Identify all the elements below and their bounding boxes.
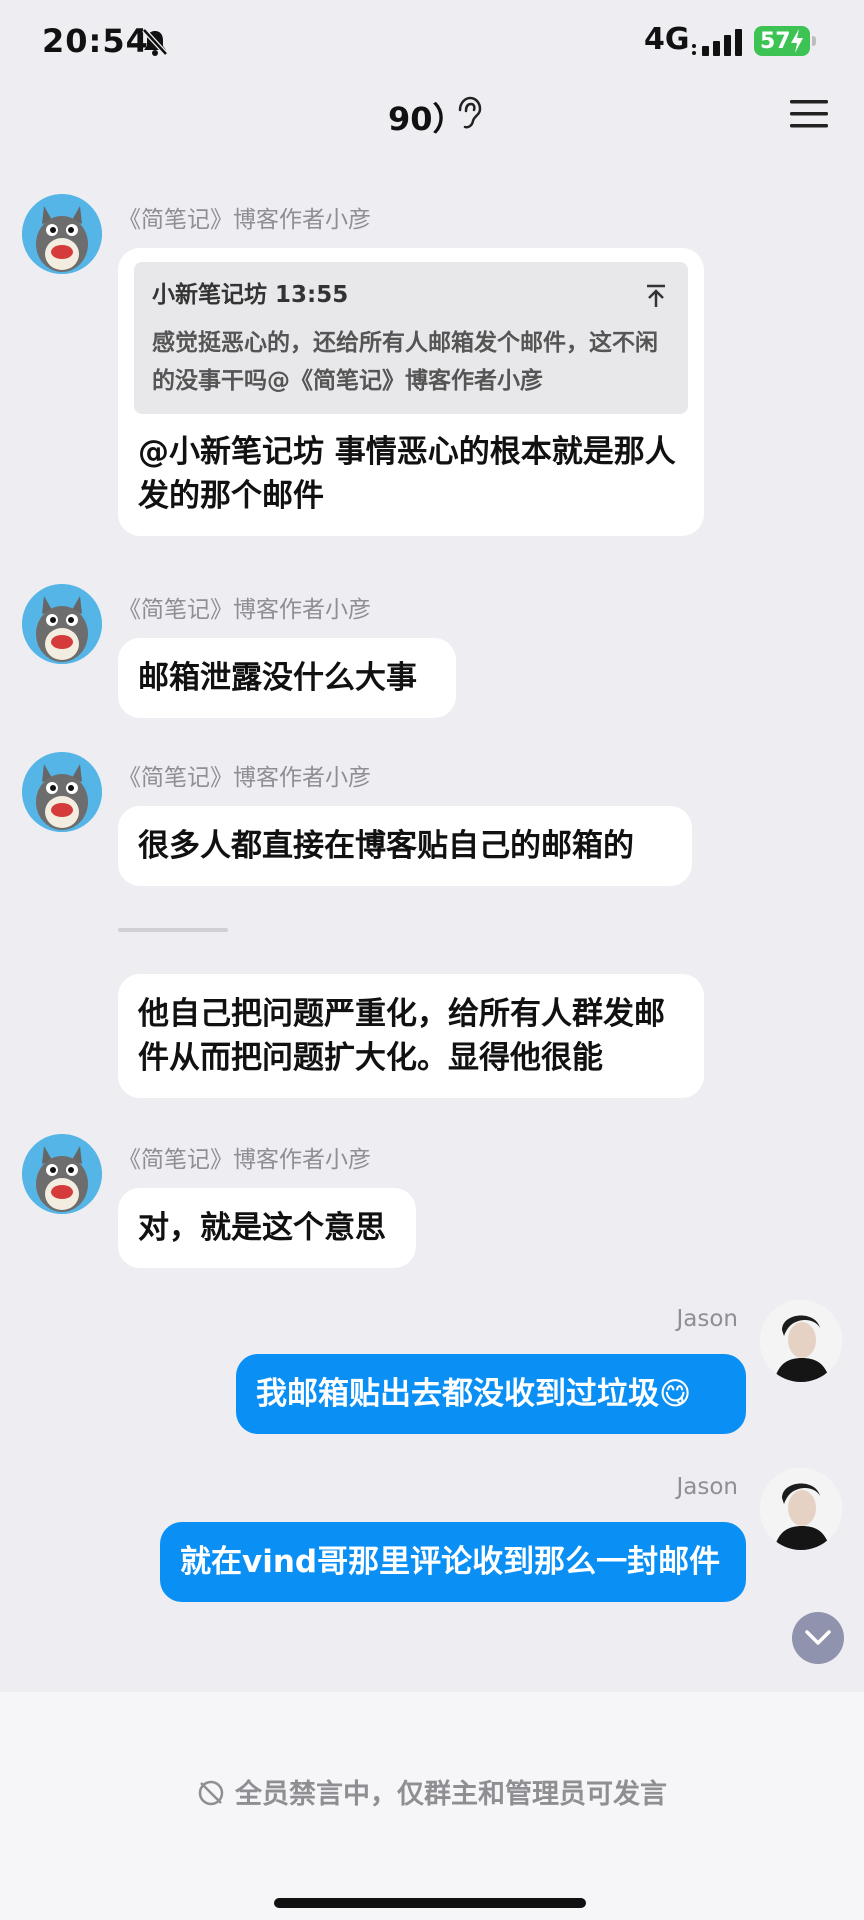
bell-muted-icon [142,28,168,56]
muted-icon [198,1780,224,1806]
message-text: 很多人都直接在博客贴自己的邮箱的 [138,828,634,864]
totoro-avatar-icon [22,1134,102,1214]
totoro-avatar-icon [22,194,102,274]
totoro-avatar-icon [22,752,102,832]
sender-name: Jason [676,1306,738,1332]
sender-name: Jason [676,1474,738,1500]
scroll-to-bottom-button[interactable] [792,1612,844,1664]
input-area: 全员禁言中，仅群主和管理员可发言 [0,1692,864,1920]
battery-level: 57 [760,28,791,54]
sender-name: 《简笔记》博客作者小彦 [118,597,371,623]
message-text: @小新笔记坊 事情恶心的根本就是那人发的那个邮件 [138,434,676,514]
person-avatar-icon [760,1468,842,1550]
avatar[interactable] [22,584,102,664]
avatar[interactable] [760,1468,842,1550]
message-text: 就在vind哥那里评论收到那么一封邮件 [180,1544,721,1580]
menu-icon[interactable] [790,98,828,130]
message-bubble[interactable]: 我邮箱贴出去都没收到过垃圾😋 [236,1354,746,1434]
message-text: 他自己把问题严重化，给所有人群发邮件从而把问题扩大化。显得他很能 [138,996,665,1076]
charging-bolt-icon [791,29,803,53]
message-text: 邮箱泄露没什么大事 [138,660,417,696]
home-indicator[interactable] [274,1898,586,1908]
totoro-avatar-icon [22,584,102,664]
message-text: 我邮箱贴出去都没收到过垃圾😋 [256,1376,692,1412]
message-bubble[interactable]: 邮箱泄露没什么大事 [118,638,456,718]
quote-author-time: 小新笔记坊 13:55 [152,282,349,308]
sender-name: 《简笔记》博客作者小彦 [118,1147,371,1173]
ear-icon[interactable] [454,96,482,130]
avatar[interactable] [760,1300,842,1382]
chevron-down-icon [805,1630,831,1645]
chat-header: 90） [0,80,864,150]
sender-name: 《简笔记》博客作者小彦 [118,207,371,233]
jump-to-top-icon[interactable] [644,284,668,308]
battery-icon: 57 [754,26,816,56]
faded-sender-name [118,928,228,932]
quote-text: 感觉挺恶心的，还给所有人邮箱发个邮件，这不闲的没事干吗@《简笔记》博客作者小彦 [152,330,658,394]
message-bubble[interactable]: 就在vind哥那里评论收到那么一封邮件 [160,1522,746,1602]
quoted-message[interactable]: 小新笔记坊 13:55 感觉挺恶心的，还给所有人邮箱发个邮件，这不闲的没事干吗@… [134,262,688,414]
mute-notice: 全员禁言中，仅群主和管理员可发言 [0,1772,864,1811]
sender-name: 《简笔记》博客作者小彦 [118,765,371,791]
signal-icon [692,29,742,56]
message-bubble[interactable]: 很多人都直接在博客贴自己的邮箱的 [118,806,692,886]
network-type: 4G [644,22,690,57]
message-bubble[interactable]: 小新笔记坊 13:55 感觉挺恶心的，还给所有人邮箱发个邮件，这不闲的没事干吗@… [118,248,704,536]
status-time: 20:54 [42,22,149,60]
message-text: 对，就是这个意思 [138,1210,386,1246]
avatar[interactable] [22,752,102,832]
message-bubble[interactable]: 对，就是这个意思 [118,1188,416,1268]
mute-notice-text: 全员禁言中，仅群主和管理员可发言 [235,1779,667,1810]
avatar[interactable] [22,194,102,274]
avatar[interactable] [22,1134,102,1214]
status-bar: 20:54 4G 57 [0,0,864,80]
person-avatar-icon [760,1300,842,1382]
message-bubble[interactable]: 他自己把问题严重化，给所有人群发邮件从而把问题扩大化。显得他很能 [118,974,704,1098]
